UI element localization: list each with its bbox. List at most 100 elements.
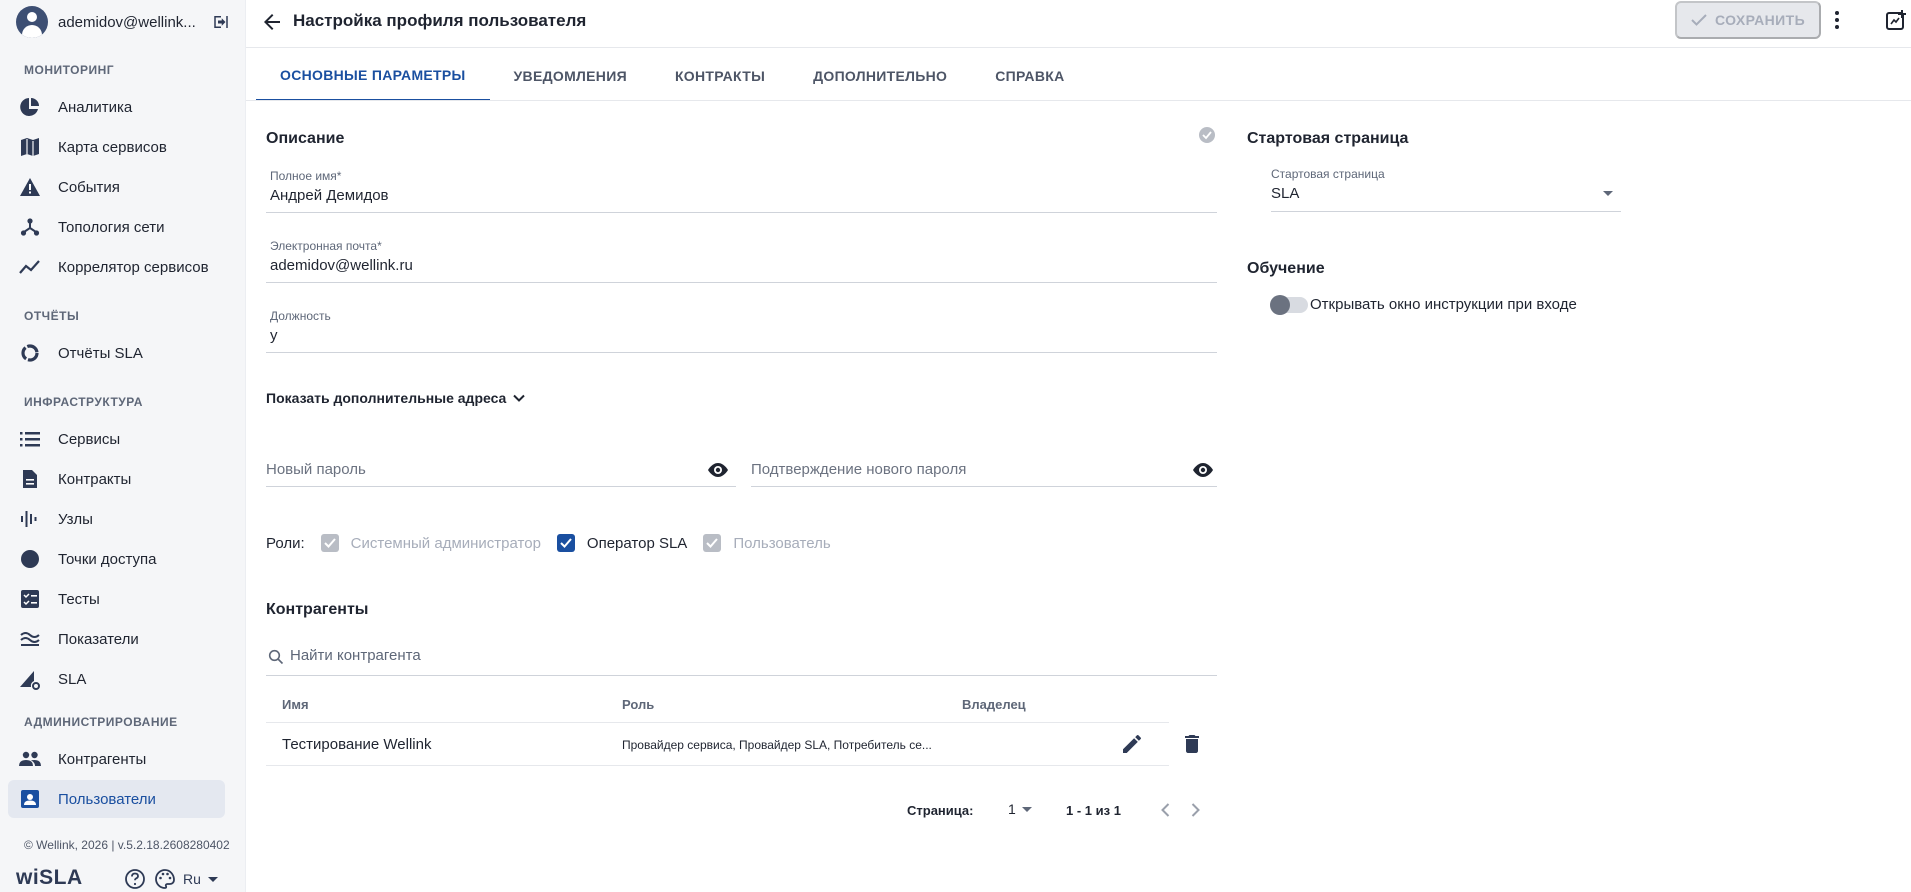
- sidebar-item-label: Показатели: [58, 630, 139, 648]
- sidebar-item-service-map[interactable]: Карта сервисов: [8, 128, 225, 166]
- search-icon: [268, 649, 284, 665]
- document-icon: [18, 467, 42, 491]
- palette-icon[interactable]: [154, 868, 176, 890]
- sidebar-item-label: Тесты: [58, 590, 100, 608]
- full-name-value: Андрей Демидов: [270, 187, 389, 204]
- checkbox-system-admin[interactable]: [320, 534, 339, 552]
- role-system-admin-label: Системный администратор: [350, 534, 541, 552]
- brand-logo: wiSLA: [16, 866, 83, 889]
- email-field[interactable]: Электронная почта* ademidov@wellink.ru: [266, 236, 1217, 283]
- sidebar-item-events[interactable]: События: [8, 168, 225, 206]
- help-icon[interactable]: [124, 868, 146, 890]
- waves-icon: [18, 627, 42, 651]
- tab-main-settings[interactable]: ОСНОВНЫЕ ПАРАМЕТРЫ: [256, 50, 490, 101]
- save-button[interactable]: СОХРАНИТЬ: [1675, 1, 1821, 39]
- column-header-owner[interactable]: Владелец: [962, 697, 1026, 712]
- warning-icon: [18, 175, 42, 199]
- start-page-label: Стартовая страница: [1271, 167, 1385, 181]
- confirm-password-field[interactable]: Подтверждение нового пароля: [751, 455, 1217, 487]
- page-header: Настройка профиля пользователя СОХРАНИТЬ: [246, 0, 1911, 48]
- people-icon: [18, 747, 42, 771]
- sidebar-item-label: Пользователи: [58, 790, 156, 808]
- tab-contracts[interactable]: КОНТРАКТЫ: [651, 50, 789, 101]
- start-page-select[interactable]: Стартовая страница SLA: [1271, 160, 1621, 212]
- pager-range: 1 - 1 из 1: [1066, 803, 1121, 818]
- sidebar-item-sla-reports[interactable]: Отчёты SLA: [8, 334, 225, 372]
- sidebar-item-label: SLA: [58, 670, 87, 688]
- page-title: Настройка профиля пользователя: [293, 11, 587, 30]
- contractors-title: Контрагенты: [266, 601, 369, 618]
- sidebar-item-label: Карта сервисов: [58, 138, 167, 156]
- list-icon: [18, 427, 42, 451]
- checkbox-sla-operator[interactable]: [556, 534, 575, 552]
- add-widget-icon[interactable]: [1885, 9, 1907, 31]
- checklist-icon: [18, 587, 42, 611]
- contractor-search-input[interactable]: Найти контрагента: [266, 643, 1217, 676]
- full-name-field[interactable]: Полное имя* Андрей Демидов: [266, 166, 1217, 213]
- description-title: Описание: [266, 130, 345, 147]
- show-more-addresses-button[interactable]: Показать дополнительные адреса: [266, 390, 526, 406]
- sidebar-item-indicators[interactable]: Показатели: [8, 620, 225, 658]
- sidebar-item-contracts[interactable]: Контракты: [8, 460, 225, 498]
- position-value: у: [270, 327, 278, 344]
- more-vertical-icon[interactable]: [1829, 9, 1845, 31]
- chevron-down-icon: [513, 394, 526, 402]
- position-field[interactable]: Должность у: [266, 306, 1217, 353]
- sidebar-item-label: События: [58, 178, 120, 196]
- prev-page-icon[interactable]: [1156, 800, 1176, 820]
- cell-role: Провайдер сервиса, Провайдер SLA, Потреб…: [622, 738, 932, 752]
- copyright: © Wellink, 2026 | v.5.2.18.2608280402: [24, 838, 230, 852]
- column-header-name[interactable]: Имя: [282, 697, 309, 712]
- confirm-password-placeholder: Подтверждение нового пароля: [751, 461, 967, 478]
- section-title-infrastructure: ИНФРАСТРУКТУРА: [24, 395, 143, 409]
- sidebar-item-sla[interactable]: SLA: [8, 660, 225, 698]
- tabs-divider: [246, 100, 1911, 101]
- user-card-icon: [18, 787, 42, 811]
- role-sla-operator-label: Оператор SLA: [586, 534, 688, 552]
- checkbox-user[interactable]: [703, 534, 722, 552]
- sidebar-item-services[interactable]: Сервисы: [8, 420, 225, 458]
- tab-bar: ОСНОВНЫЕ ПАРАМЕТРЫ УВЕДОМЛЕНИЯ КОНТРАКТЫ…: [256, 50, 1089, 101]
- sidebar-item-label: Сервисы: [58, 430, 121, 448]
- sidebar-item-analytics[interactable]: Аналитика: [8, 88, 225, 126]
- topology-icon: [18, 215, 42, 239]
- page-select[interactable]: 1: [1008, 801, 1032, 817]
- eye-icon[interactable]: [706, 458, 730, 482]
- sidebar-item-label: Коррелятор сервисов: [58, 258, 209, 276]
- full-name-label: Полное имя*: [270, 169, 342, 183]
- sidebar-item-topology[interactable]: Топология сети: [8, 208, 225, 246]
- sidebar-item-users[interactable]: Пользователи: [8, 780, 225, 818]
- column-header-role[interactable]: Роль: [622, 697, 654, 712]
- sidebar-item-tests[interactable]: Тесты: [8, 580, 225, 618]
- sidebar-item-label: Топология сети: [58, 218, 165, 236]
- back-arrow-icon[interactable]: [260, 10, 284, 34]
- sidebar-item-nodes[interactable]: Узлы: [8, 500, 225, 538]
- language-select[interactable]: Ru: [183, 871, 201, 887]
- sidebar-item-access-points[interactable]: Точки доступа: [8, 540, 225, 578]
- email-value: ademidov@wellink.ru: [270, 257, 413, 274]
- roles-group: Роли: Системный администратор Оператор S…: [266, 532, 847, 554]
- sidebar-item-label: Аналитика: [58, 98, 133, 116]
- delete-icon[interactable]: [1180, 732, 1204, 756]
- map-icon: [18, 135, 42, 159]
- sidebar-item-correlator[interactable]: Коррелятор сервисов: [8, 248, 225, 286]
- sidebar: ademidov@wellink... МОНИТОРИНГ Аналитика…: [0, 0, 246, 892]
- save-button-label: СОХРАНИТЬ: [1714, 12, 1806, 28]
- instruction-toggle[interactable]: [1270, 295, 1308, 315]
- tab-additional[interactable]: ДОПОЛНИТЕЛЬНО: [789, 50, 971, 101]
- edit-icon[interactable]: [1120, 732, 1144, 756]
- tab-notifications[interactable]: УВЕДОМЛЕНИЯ: [490, 50, 651, 101]
- table-row[interactable]: Тестирование Wellink Провайдер сервиса, …: [266, 723, 1169, 766]
- pager-label: Страница:: [907, 803, 974, 818]
- search-placeholder: Найти контрагента: [290, 647, 421, 664]
- new-password-field[interactable]: Новый пароль: [266, 455, 736, 487]
- tab-help[interactable]: СПРАВКА: [971, 50, 1088, 101]
- logout-icon[interactable]: [212, 13, 230, 31]
- next-page-icon[interactable]: [1185, 800, 1205, 820]
- section-title-monitoring: МОНИТОРИНГ: [24, 63, 115, 77]
- user-account[interactable]: ademidov@wellink...: [16, 4, 240, 40]
- eye-icon[interactable]: [1191, 458, 1215, 482]
- sidebar-item-contractors[interactable]: Контрагенты: [8, 740, 225, 778]
- equalizer-icon: [18, 507, 42, 531]
- donut-icon: [18, 341, 42, 365]
